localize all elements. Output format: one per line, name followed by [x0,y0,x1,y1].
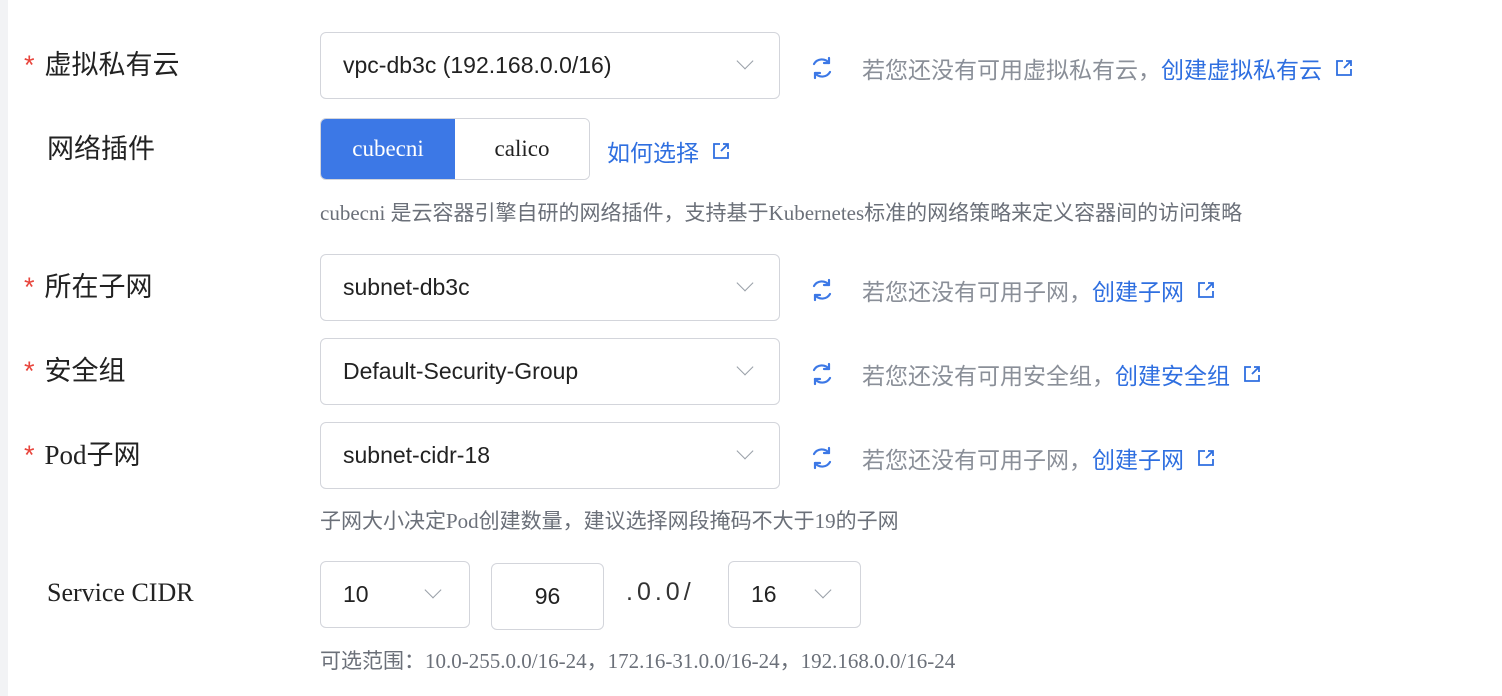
subnet-label-text: 所在子网 [44,272,153,302]
network-plugin-note: cubecni 是云容器引擎自研的网络插件，支持基于Kubernetes标准的网… [320,201,1243,225]
how-to-choose: 如何选择 [607,134,731,168]
chevron-down-icon [736,358,754,376]
service-cidr-octet1-value: 10 [343,581,369,607]
refresh-icon[interactable] [808,360,836,388]
service-cidr-label: Service CIDR [47,578,194,607]
subnet-label: * 所在子网 [24,272,153,302]
service-cidr-note: 可选范围：10.0-255.0.0/16-24，172.16-31.0.0/16… [320,649,956,673]
security-group-label: * 安全组 [24,356,126,386]
create-vpc-link[interactable]: 创建虚拟私有云 [1161,51,1322,85]
service-cidr-mask-select[interactable]: 16 [728,561,861,628]
refresh-icon[interactable] [808,444,836,472]
chevron-down-icon [814,581,832,599]
external-link-icon[interactable] [1196,448,1216,468]
external-link-icon[interactable] [1334,58,1354,78]
vpc-hint: 若您还没有可用虚拟私有云， 创建虚拟私有云 [808,51,1354,85]
pod-subnet-select[interactable]: subnet-cidr-18 [320,422,780,489]
chevron-down-icon [736,442,754,460]
service-cidr-octet2-input[interactable]: 96 [491,563,604,630]
vpc-label: * 虚拟私有云 [24,50,180,80]
create-security-group-link[interactable]: 创建安全组 [1115,357,1230,391]
create-pod-subnet-link[interactable]: 创建子网 [1092,441,1184,475]
external-link-icon[interactable] [711,141,731,161]
service-cidr-fixed-suffix: .0.0/ [626,578,695,606]
network-plugin-label: 网络插件 [47,134,155,164]
required-mark: * [24,50,35,80]
chevron-down-icon [736,274,754,292]
vpc-select-value: vpc-db3c (192.168.0.0/16) [343,52,612,78]
external-link-icon[interactable] [1196,280,1216,300]
vpc-select[interactable]: vpc-db3c (192.168.0.0/16) [320,32,780,99]
service-cidr-octet2-value: 96 [534,583,561,609]
subnet-hint-text: 若您还没有可用子网， [862,279,1092,305]
required-mark: * [24,356,35,386]
security-group-select[interactable]: Default-Security-Group [320,338,780,405]
pod-subnet-hint: 若您还没有可用子网， 创建子网 [808,441,1216,475]
external-link-icon[interactable] [1242,364,1262,384]
chevron-down-icon [736,52,754,70]
network-plugin-option-calico[interactable]: calico [455,119,589,179]
security-group-hint: 若您还没有可用安全组， 创建安全组 [808,357,1262,391]
required-mark: * [24,440,35,470]
page-left-border [0,0,8,696]
network-plugin-option-cubecni[interactable]: cubecni [321,119,455,179]
pod-subnet-select-value: subnet-cidr-18 [343,442,491,468]
chevron-down-icon [424,581,442,599]
pod-subnet-label-text: Pod子网 [44,440,141,470]
security-group-label-text: 安全组 [44,356,126,386]
refresh-icon[interactable] [808,276,836,304]
vpc-hint-text: 若您还没有可用虚拟私有云， [862,57,1161,83]
security-group-hint-text: 若您还没有可用安全组， [862,363,1115,389]
subnet-select-value: subnet-db3c [343,274,470,300]
subnet-select[interactable]: subnet-db3c [320,254,780,321]
network-plugin-toggle: cubecni calico [320,118,590,180]
vpc-label-text: 虚拟私有云 [44,50,180,80]
create-subnet-link[interactable]: 创建子网 [1092,273,1184,307]
pod-subnet-label: * Pod子网 [24,440,141,470]
pod-subnet-hint-text: 若您还没有可用子网， [862,447,1092,473]
service-cidr-octet1-select[interactable]: 10 [320,561,470,628]
service-cidr-mask-value: 16 [751,581,777,607]
pod-subnet-note: 子网大小决定Pod创建数量，建议选择网段掩码不大于19的子网 [320,509,899,533]
security-group-select-value: Default-Security-Group [343,358,579,384]
how-to-choose-link[interactable]: 如何选择 [607,134,699,168]
required-mark: * [24,272,35,302]
refresh-icon[interactable] [808,54,836,82]
subnet-hint: 若您还没有可用子网， 创建子网 [808,273,1216,307]
